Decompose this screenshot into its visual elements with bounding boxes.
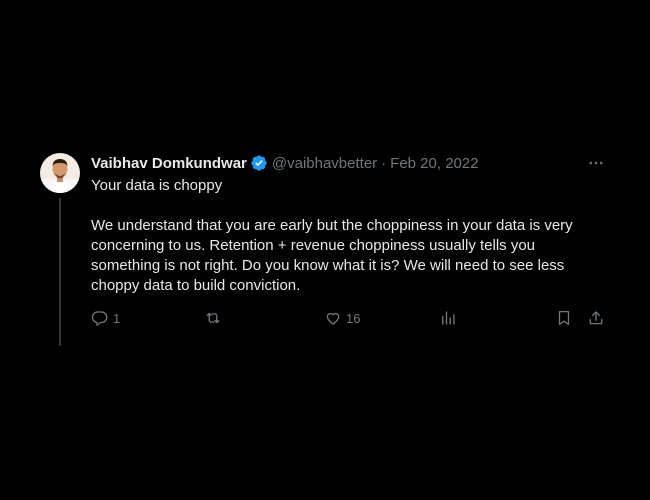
bookmark-button[interactable]	[555, 307, 573, 329]
more-icon[interactable]	[586, 153, 606, 173]
author-handle[interactable]: @vaibhavbetter	[272, 155, 377, 172]
thread-line	[59, 198, 61, 346]
tweet-header: Vaibhav Domkundwar @vaibhavbetter · Feb …	[91, 153, 479, 173]
retweet-icon	[206, 312, 220, 324]
reply-icon	[91, 311, 108, 326]
views-button[interactable]	[439, 307, 457, 329]
avatar[interactable]	[40, 153, 80, 193]
tweet-body: Your data is choppy We understand that y…	[91, 176, 606, 296]
reply-button[interactable]: 1	[91, 307, 120, 329]
bookmark-icon	[558, 310, 570, 326]
verified-badge-icon	[250, 154, 268, 172]
tweet-text-line: concerning to us. Retention + revenue ch…	[91, 237, 536, 254]
tweet[interactable]: Vaibhav Domkundwar @vaibhavbetter · Feb …	[40, 150, 610, 350]
tweet-text-line: something is not right. Do you know what…	[91, 257, 565, 274]
tweet-text-line: Your data is choppy	[91, 177, 223, 194]
avatar-image	[40, 153, 80, 193]
like-button[interactable]: 16	[324, 307, 360, 329]
tweet-date[interactable]: Feb 20, 2022	[390, 155, 478, 172]
views-icon	[442, 311, 455, 325]
header-separator: ·	[381, 154, 387, 172]
like-icon	[326, 312, 340, 325]
action-bar: 1 16	[91, 307, 610, 329]
like-count: 16	[346, 310, 361, 326]
tweet-text-line: choppy data to build conviction.	[91, 277, 301, 294]
share-button[interactable]	[587, 307, 605, 329]
tweet-text-line: We understand that you are early but the…	[91, 217, 573, 234]
reply-count: 1	[113, 310, 121, 326]
share-icon	[589, 311, 603, 325]
author-name[interactable]: Vaibhav Domkundwar	[91, 155, 247, 172]
retweet-button[interactable]	[204, 307, 226, 329]
